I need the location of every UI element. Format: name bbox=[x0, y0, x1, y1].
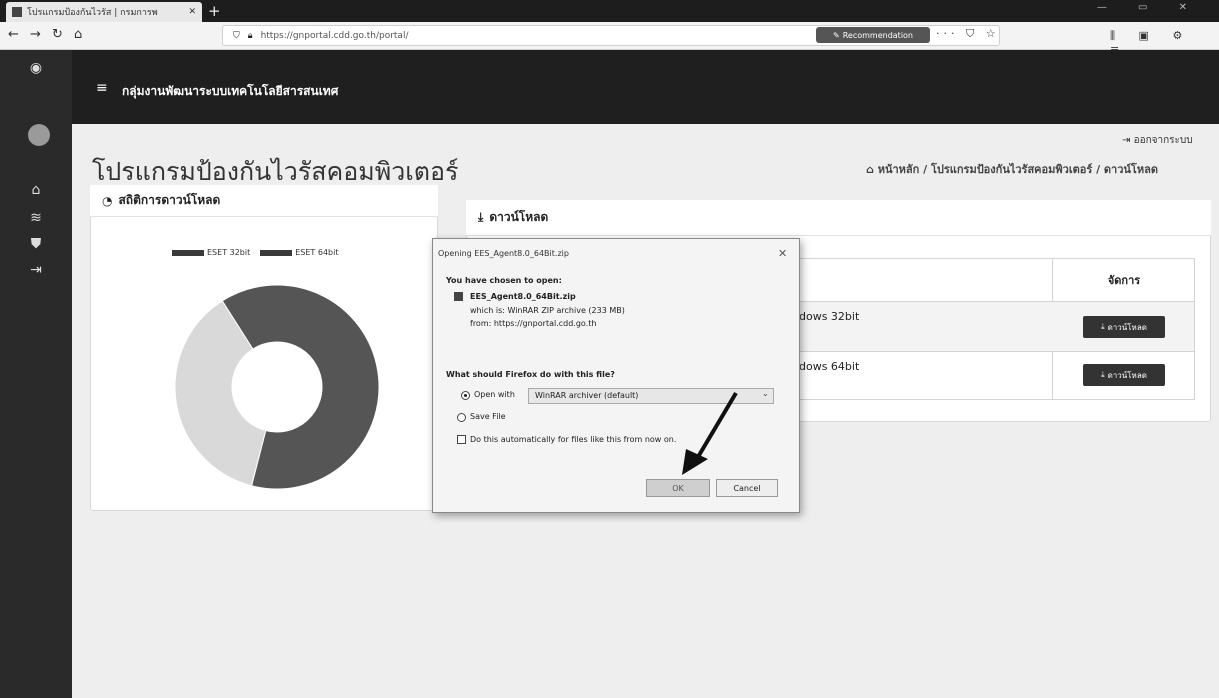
logout-nav-icon[interactable]: ⇥ bbox=[24, 262, 48, 278]
window-controls[interactable]: — ▭ ✕ bbox=[1097, 2, 1201, 13]
stats-card-title: สถิติการดาวน์โหลด bbox=[118, 193, 221, 207]
avatar[interactable] bbox=[28, 124, 50, 146]
legend-item[interactable]: ESET 64bit bbox=[260, 248, 338, 257]
download-donut-chart bbox=[174, 284, 380, 490]
site-name: กลุ่มงานพัฒนาระบบเทคโนโลยีสารสนเทศ bbox=[122, 84, 339, 98]
legend-swatch bbox=[260, 249, 293, 256]
reload-icon[interactable]: ↻ bbox=[52, 27, 63, 42]
row-name: dows 32bit bbox=[799, 310, 860, 323]
stats-card-header: ◔ สถิติการดาวน์โหลด bbox=[90, 185, 438, 217]
download-button-64bit[interactable]: ⤓ ดาวน์โหลด bbox=[1083, 364, 1165, 386]
tab-title: โปรแกรมป้องกันไวรัส | กรมการพ bbox=[27, 8, 158, 18]
open-with-label: Open with bbox=[474, 390, 515, 399]
legend-label: ESET 64bit bbox=[295, 248, 339, 257]
logout-icon: ⇥ bbox=[1122, 135, 1134, 146]
layers-nav-icon[interactable]: ≋ bbox=[24, 210, 48, 226]
download-card-title: ดาวน์โหลด bbox=[489, 210, 549, 224]
manage-column-header: จัดการ bbox=[1107, 274, 1141, 287]
pie-chart-icon: ◔ bbox=[102, 193, 113, 208]
chart-legend: ESET 32bit ESET 64bit bbox=[172, 248, 338, 257]
close-tab-icon[interactable]: ✕ bbox=[188, 7, 196, 17]
navigation-bar: ← → ↻ ⌂ ⛉ 🔒︎ https://gnportal.cdd.go.th/… bbox=[0, 22, 1219, 50]
chevron-down-icon: ⌄ bbox=[762, 389, 769, 398]
dialog-close-icon[interactable]: ✕ bbox=[778, 247, 787, 260]
site-logo-icon: ◉ bbox=[29, 60, 43, 76]
breadcrumb-text: หน้าหลัก / โปรแกรมป้องกันไวรัสคอมพิวเตอร… bbox=[877, 163, 1158, 176]
puzzle-icon: ✎ bbox=[833, 30, 840, 40]
download-icon: ⤓ bbox=[478, 210, 484, 224]
url-action-icons[interactable]: ··· ⛉ ☆ bbox=[936, 27, 1000, 41]
save-file-radio[interactable] bbox=[457, 413, 466, 422]
logout-link[interactable]: ⇥ ออกจากระบบ bbox=[1122, 133, 1193, 148]
download-card-header: ⤓ ดาวน์โหลด bbox=[466, 200, 1211, 236]
open-with-radio[interactable] bbox=[461, 391, 470, 400]
forward-icon[interactable]: → bbox=[30, 27, 41, 42]
chosen-label: You have chosen to open: bbox=[446, 276, 562, 285]
favicon-icon bbox=[12, 7, 22, 17]
annotation-arrow-icon bbox=[682, 391, 738, 475]
breadcrumb[interactable]: ⌂ หน้าหลัก / โปรแกรมป้องกันไวรัสคอมพิวเต… bbox=[866, 160, 1158, 178]
recommendation-button[interactable]: ✎ Recommendation bbox=[816, 27, 930, 43]
dialog-title: Opening EES_Agent8.0_64Bit.zip bbox=[438, 249, 569, 258]
shield-nav-icon[interactable]: ⛊ bbox=[24, 236, 48, 252]
save-file-label: Save File bbox=[470, 412, 506, 421]
file-type: which is: WinRAR ZIP archive (233 MB) bbox=[470, 306, 625, 315]
file-name: EES_Agent8.0_64Bit.zip bbox=[470, 292, 576, 301]
logout-label: ออกจากระบบ bbox=[1133, 135, 1193, 146]
download-icon: ⤓ bbox=[1101, 370, 1105, 379]
ok-button[interactable]: OK bbox=[646, 479, 710, 497]
download-button-32bit[interactable]: ⤓ ดาวน์โหลด bbox=[1083, 316, 1165, 338]
home-icon: ⌂ bbox=[866, 163, 878, 176]
legend-swatch bbox=[172, 249, 204, 256]
home-icon[interactable]: ⌂ bbox=[74, 27, 82, 42]
download-icon: ⤓ bbox=[1101, 322, 1105, 331]
legend-item[interactable]: ESET 32bit bbox=[172, 248, 250, 257]
file-icon bbox=[454, 292, 463, 301]
home-nav-icon[interactable]: ⌂ bbox=[24, 182, 48, 198]
download-button-label: ดาวน์โหลด bbox=[1107, 370, 1147, 380]
download-button-label: ดาวน์โหลด bbox=[1107, 322, 1147, 332]
browser-tab[interactable]: โปรแกรมป้องกันไวรัส | กรมการพ ✕ bbox=[6, 2, 202, 22]
lock-icon: 🔒︎ bbox=[247, 30, 253, 41]
new-tab-button[interactable]: + bbox=[208, 2, 221, 20]
back-icon[interactable]: ← bbox=[8, 27, 19, 42]
legend-label: ESET 32bit bbox=[207, 248, 251, 257]
url-text: https://gnportal.cdd.go.th/portal/ bbox=[260, 30, 409, 41]
dialog-question: What should Firefox do with this file? bbox=[446, 370, 615, 379]
file-source: from: https://gnportal.cdd.go.th bbox=[470, 319, 597, 328]
auto-action-checkbox[interactable] bbox=[457, 435, 466, 444]
shield-icon: ⛉ bbox=[233, 30, 240, 41]
sidebar bbox=[0, 50, 72, 698]
menu-toggle-icon[interactable]: ≡ bbox=[96, 80, 108, 96]
cancel-button[interactable]: Cancel bbox=[716, 479, 778, 497]
row-name: dows 64bit bbox=[799, 360, 860, 373]
recommendation-label: Recommendation bbox=[842, 30, 913, 40]
